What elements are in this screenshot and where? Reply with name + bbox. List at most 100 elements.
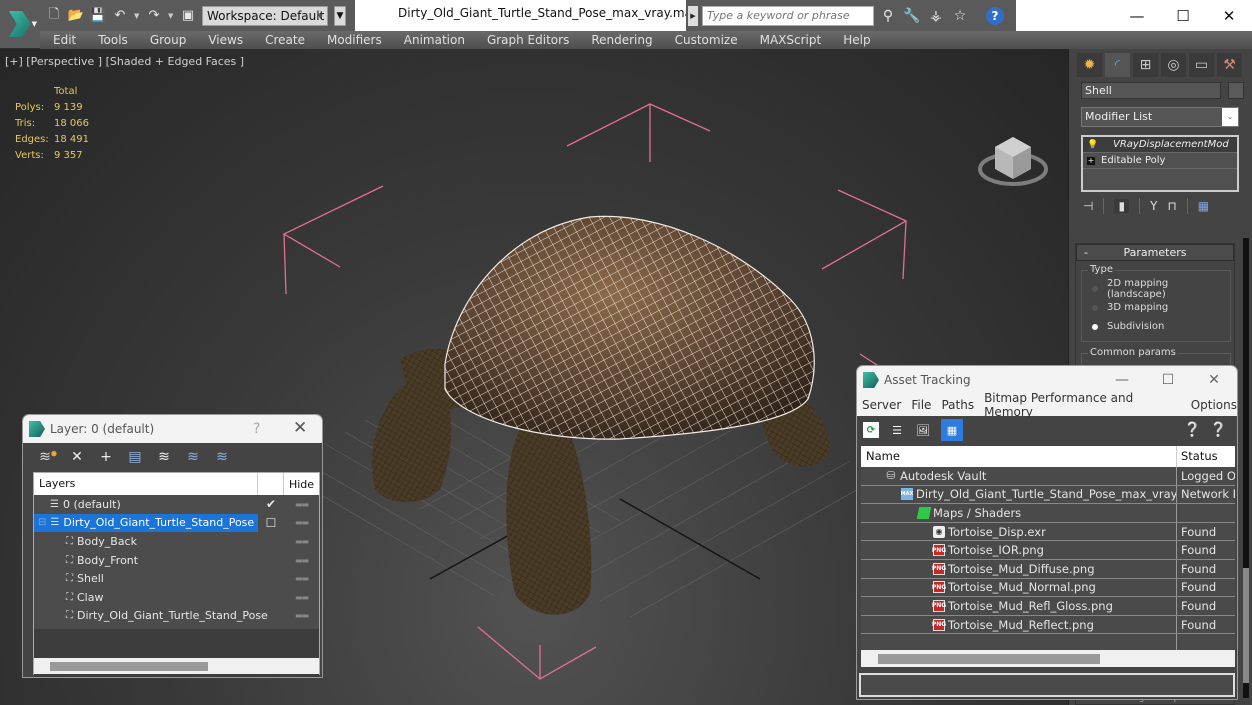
asset-path-field[interactable] xyxy=(859,673,1235,697)
asset-row[interactable]: PNG Tortoise_Mud_Refl_Gloss.png Found xyxy=(861,597,1235,616)
tab-display[interactable]: ▭ xyxy=(1189,53,1214,77)
command-panel-scrollbar[interactable] xyxy=(1243,238,1249,698)
menu-animation[interactable]: Animation xyxy=(404,33,465,47)
asset-row[interactable]: ◉ Tortoise_Disp.exr Found xyxy=(861,522,1235,542)
new-layer-icon[interactable]: ≋● xyxy=(39,449,57,465)
menu-customize[interactable]: Customize xyxy=(675,33,738,47)
remove-modifier-icon[interactable]: ⊓ xyxy=(1167,199,1176,213)
select-objects-in-layer-icon[interactable]: ▤ xyxy=(126,449,144,465)
parameters-rollout-header[interactable]: - Parameters xyxy=(1076,244,1234,261)
hide-toggle[interactable]: ▬▬ xyxy=(284,556,319,565)
satellite-icon[interactable]: ⚶ xyxy=(926,8,946,24)
menu-paths[interactable]: Paths xyxy=(941,398,974,412)
asset-row[interactable]: PNG Tortoise_Mud_Reflect.png Found xyxy=(861,615,1235,635)
hide-toggle[interactable]: ▬▬ xyxy=(284,537,319,546)
layer-properties-icon[interactable]: ≋ xyxy=(213,449,231,465)
asset-row[interactable]: ⛁ Autodesk Vault Logged Out xyxy=(861,467,1235,486)
highlight-selected-layer-icon[interactable]: ≋ xyxy=(155,449,173,465)
scrollbar-thumb[interactable] xyxy=(1243,568,1249,683)
stack-item-vray-displacement[interactable]: 💡 VRayDisplacementMod xyxy=(1083,137,1237,153)
expand-plus-icon[interactable]: + xyxy=(1087,156,1095,165)
menu-server[interactable]: Server xyxy=(862,398,901,412)
tab-utilities[interactable]: ⚒ xyxy=(1217,53,1242,77)
asset-row[interactable]: PNG Tortoise_Mud_Normal.png Found xyxy=(861,578,1235,598)
search-input[interactable] xyxy=(702,5,874,26)
pin-stack-icon[interactable]: ⊣ xyxy=(1083,199,1093,213)
undo-dropdown-icon[interactable]: ▼ xyxy=(134,12,140,20)
hide-toggle[interactable]: ▬▬ xyxy=(284,518,319,527)
whats-this-icon[interactable]: ❔ xyxy=(1210,422,1227,438)
configure-sets-icon[interactable]: ▦ xyxy=(1198,199,1209,213)
redo-dropdown-icon[interactable]: ▼ xyxy=(168,12,174,20)
new-file-icon[interactable]: 🗋 xyxy=(46,7,62,24)
help-icon[interactable]: ? xyxy=(986,6,1004,25)
undo-icon[interactable]: ↶ xyxy=(112,8,128,24)
current-layer-checkmark-icon[interactable]: ✔ xyxy=(258,497,284,511)
close-button[interactable]: ✕ xyxy=(293,418,307,438)
column-status[interactable]: Status xyxy=(1177,446,1218,467)
object-row[interactable]: ⛶ Shell ▬▬ xyxy=(34,569,319,588)
list-view-icon[interactable]: ☰ xyxy=(889,422,905,438)
hide-toggle[interactable]: ▬▬ xyxy=(284,611,319,620)
add-to-layer-icon[interactable]: + xyxy=(97,449,115,465)
menu-create[interactable]: Create xyxy=(265,33,305,47)
object-color-swatch[interactable] xyxy=(1228,82,1244,99)
menu-group[interactable]: Group xyxy=(150,33,187,47)
refresh-icon[interactable]: ⟳ xyxy=(863,422,879,438)
menu-maxscript[interactable]: MAXScript xyxy=(760,33,822,47)
menu-rendering[interactable]: Rendering xyxy=(591,33,652,47)
object-row[interactable]: ⛶ Dirty_Old_Giant_Turtle_Stand_Pose ▬▬ xyxy=(34,607,319,626)
thumbnail-view-icon[interactable]: 🖼 xyxy=(915,422,931,438)
menu-bitmap-performance[interactable]: Bitmap Performance and Memory xyxy=(984,391,1181,419)
binoculars-icon[interactable]: ⚲ xyxy=(878,8,898,24)
qat-customize-button[interactable]: ▼ xyxy=(334,5,346,26)
tab-hierarchy[interactable]: ⊞ xyxy=(1133,53,1158,77)
hide-toggle[interactable]: ▬▬ xyxy=(284,500,319,509)
scrollbar-thumb[interactable] xyxy=(50,662,208,671)
minimize-button[interactable]: — xyxy=(1099,366,1145,394)
close-button[interactable]: ✕ xyxy=(1191,366,1237,394)
layer-dialog-titlebar[interactable]: Layer: 0 (default) ? ✕ xyxy=(23,415,322,443)
horizontal-scrollbar[interactable] xyxy=(34,658,319,674)
tab-motion[interactable]: ◎ xyxy=(1161,53,1186,77)
radio-3d-mapping[interactable]: 3D mapping xyxy=(1082,298,1230,317)
set-current-checkbox[interactable]: ☐ xyxy=(258,516,284,530)
maximize-button[interactable]: ☐ xyxy=(1145,366,1191,394)
object-row[interactable]: ⛶ Claw ▬▬ xyxy=(34,588,319,607)
tab-create[interactable]: ✹ xyxy=(1077,53,1102,77)
search-expand-icon[interactable]: ▶ xyxy=(688,5,698,26)
menu-help[interactable]: Help xyxy=(843,33,870,47)
close-button[interactable]: ✕ xyxy=(1206,0,1252,31)
menu-views[interactable]: Views xyxy=(208,33,243,47)
asset-dialog-titlebar[interactable]: Asset Tracking — ☐ ✕ xyxy=(857,366,1237,394)
viewport-label-menu[interactable]: [+] [Perspective ] [Shaded + Edged Faces… xyxy=(5,55,244,68)
tab-modify[interactable]: ◜ xyxy=(1105,53,1130,77)
project-folder-icon[interactable]: ▣ xyxy=(180,8,196,24)
object-row[interactable]: ⛶ Body_Back ▬▬ xyxy=(34,532,319,551)
menu-modifiers[interactable]: Modifiers xyxy=(327,33,382,47)
help-button[interactable]: ? xyxy=(253,421,260,437)
open-file-icon[interactable]: 📂 xyxy=(68,8,84,24)
maximize-button[interactable]: ☐ xyxy=(1160,0,1206,31)
stack-item-editable-poly[interactable]: + Editable Poly xyxy=(1083,153,1237,169)
set-current-layer-icon[interactable]: ≋ xyxy=(184,449,202,465)
table-view-icon[interactable]: ▦ xyxy=(941,419,963,441)
hide-toggle[interactable]: ▬▬ xyxy=(284,593,319,602)
layer-row[interactable]: ☰ 0 (default) ✔ ▬▬ xyxy=(34,495,319,514)
object-row[interactable]: ⛶ Body_Front ▬▬ xyxy=(34,551,319,570)
asset-row[interactable]: Maps / Shaders xyxy=(861,504,1235,523)
lightbulb-icon[interactable]: 💡 xyxy=(1087,140,1098,150)
menu-edit[interactable]: Edit xyxy=(53,33,76,47)
column-hide[interactable]: Hide xyxy=(284,478,319,491)
key-icon[interactable]: 🔧 xyxy=(902,8,922,24)
menu-file[interactable]: File xyxy=(911,398,931,412)
show-end-result-icon[interactable]: ▮ xyxy=(1114,199,1130,213)
make-unique-icon[interactable]: Y xyxy=(1150,199,1157,213)
object-name-field[interactable]: Shell xyxy=(1081,82,1221,99)
help-icon[interactable]: ❔ xyxy=(1184,422,1201,438)
save-icon[interactable]: 💾 xyxy=(90,8,106,24)
asset-row[interactable]: MAX Dirty_Old_Giant_Turtle_Stand_Pose_max… xyxy=(861,485,1235,505)
collapse-minus-icon[interactable]: ⊟ xyxy=(38,517,46,528)
layer-row-selected[interactable]: ⊟ ☰ Dirty_Old_Giant_Turtle_Stand_Pose ☐ ▬▬ xyxy=(34,513,319,533)
column-name[interactable]: Name xyxy=(861,446,1177,467)
